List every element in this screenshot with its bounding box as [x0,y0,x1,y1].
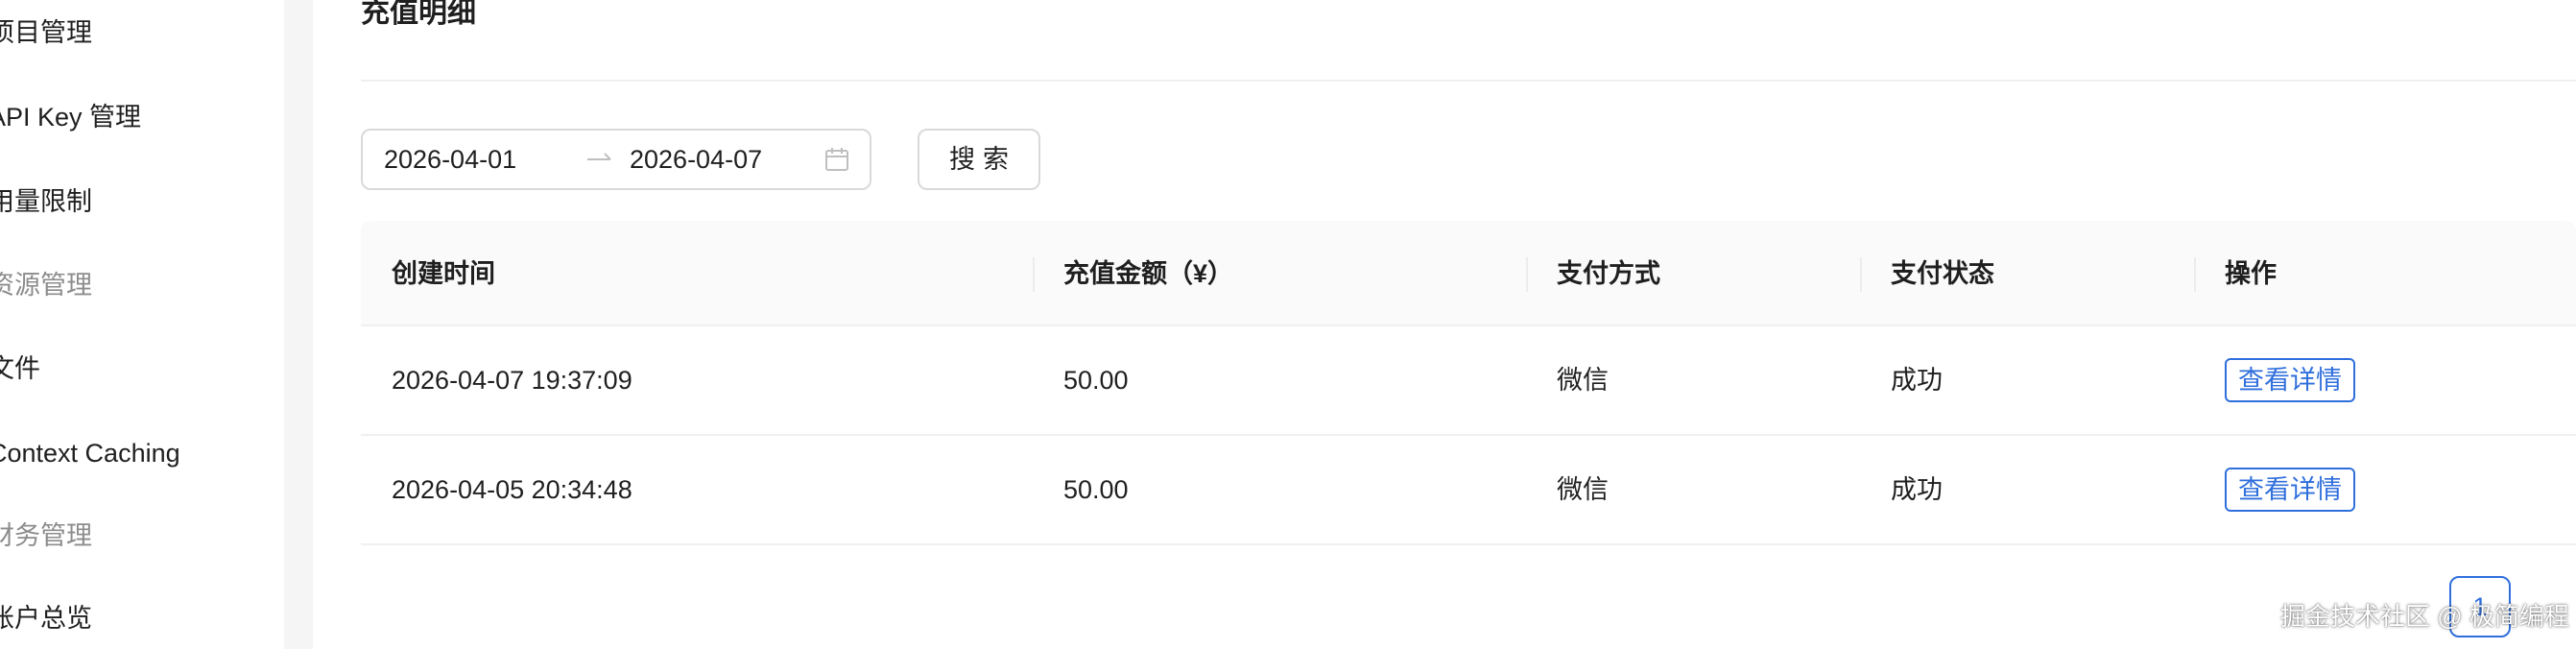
main-content: 充值明细 2026-04-01 2026-04-07 搜索 创建时间 充值金额（… [313,0,2576,649]
column-separator [1526,257,1528,292]
cell-amount: 50.00 [1063,366,1129,395]
cell-created-time: 2026-04-07 19:37:09 [392,366,632,395]
column-header-amount: 充值金额（¥） [1063,259,1234,288]
table-row: 2026-04-07 19:37:09 50.00 微信 成功 查看详情 [361,326,2576,436]
arrow-right-icon [587,153,611,160]
view-details-button[interactable]: 查看详情 [2225,468,2355,512]
view-details-button[interactable]: 查看详情 [2225,358,2355,402]
sidebar-divider [284,0,313,649]
calendar-icon [825,148,848,171]
page-title: 充值明细 [361,0,476,29]
cell-amount: 50.00 [1063,475,1129,504]
column-header-payment-status: 支付状态 [1891,259,1994,288]
app-root: 项目管理 API Key 管理 用量限制 资源管理 文件 Context Cac… [0,0,2576,649]
table-header: 创建时间 充值金额（¥） 支付方式 支付状态 操作 [361,221,2576,326]
recharge-table: 创建时间 充值金额（¥） 支付方式 支付状态 操作 2026-04-07 19:… [361,221,2576,545]
search-button[interactable]: 搜索 [918,129,1040,190]
cell-payment-method: 微信 [1557,475,1609,504]
sidebar-item-api-keys[interactable]: API Key 管理 [0,88,141,146]
cell-payment-status: 成功 [1891,366,1943,395]
sidebar-group-resources: 资源管理 [0,271,92,300]
sidebar-item-files[interactable]: 文件 [0,340,40,397]
column-header-actions: 操作 [2225,259,2277,288]
sidebar-item-context-caching[interactable]: Context Caching [0,424,180,482]
watermark: 掘金技术社区 @ 极简编程 [2280,602,2569,631]
sidebar-item-usage-limits[interactable]: 用量限制 [0,173,92,230]
end-date-input[interactable]: 2026-04-07 [630,131,762,188]
cell-payment-method: 微信 [1557,366,1609,395]
sidebar-item-account-overview[interactable]: 账户总览 [0,589,92,647]
cell-payment-status: 成功 [1891,475,1943,504]
sidebar-nav: 项目管理 API Key 管理 用量限制 资源管理 文件 Context Cac… [0,0,284,649]
column-separator [1033,257,1035,292]
sidebar-group-finance: 财务管理 [0,521,92,550]
date-range-picker[interactable]: 2026-04-01 2026-04-07 [361,129,871,190]
column-separator [1860,257,1862,292]
column-header-created-time: 创建时间 [392,259,495,288]
start-date-input[interactable]: 2026-04-01 [384,131,516,188]
sidebar-item-projects[interactable]: 项目管理 [0,4,92,61]
column-separator [2194,257,2196,292]
column-header-payment-method: 支付方式 [1557,259,1660,288]
table-row: 2026-04-05 20:34:48 50.00 微信 成功 查看详情 [361,436,2576,545]
title-divider [361,80,2576,82]
cell-created-time: 2026-04-05 20:34:48 [392,475,632,504]
